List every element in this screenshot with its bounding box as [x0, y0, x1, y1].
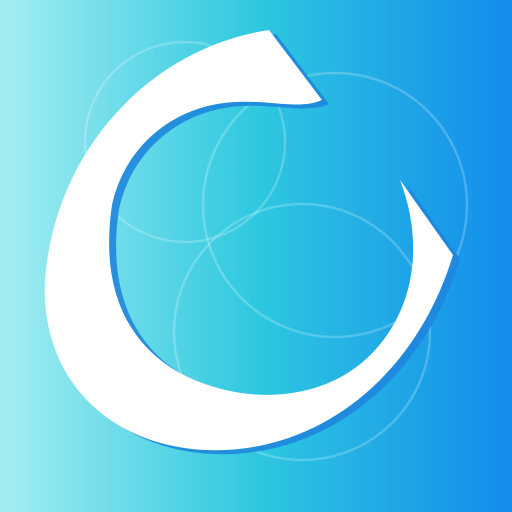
app-icon [0, 0, 512, 512]
c-letter-logo-icon [0, 0, 512, 512]
